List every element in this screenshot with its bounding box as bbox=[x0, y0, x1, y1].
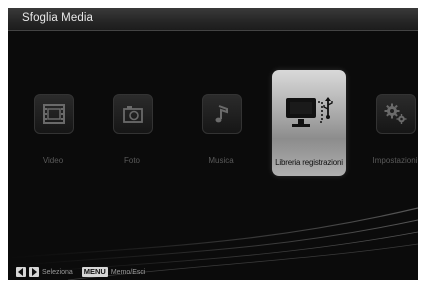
gears-icon bbox=[376, 94, 416, 134]
menu-item-label: Foto bbox=[123, 156, 140, 165]
menu-key-badge: MENU bbox=[81, 267, 108, 277]
left-arrow-icon bbox=[16, 267, 26, 277]
footer-hints: Seleziona MENU Memo/Esci bbox=[16, 266, 151, 278]
film-strip-icon bbox=[34, 94, 74, 134]
monitor-usb-icon bbox=[282, 92, 336, 136]
select-hint-label: Seleziona bbox=[42, 268, 73, 276]
music-note-icon bbox=[202, 94, 242, 134]
menu-hint-label: Memo/Esci bbox=[110, 268, 146, 276]
camera-icon bbox=[113, 94, 153, 134]
menu-item-video[interactable]: Video bbox=[16, 88, 90, 180]
page-title: Sfoglia Media bbox=[22, 12, 93, 24]
menu-item-label: Video bbox=[42, 156, 64, 165]
menu-item-photo[interactable]: Foto bbox=[95, 88, 169, 180]
menu-item-label: Libreria registrazioni bbox=[275, 158, 343, 167]
menu-item-recordings-library[interactable]: Libreria registrazioni bbox=[272, 70, 346, 176]
right-arrow-icon bbox=[29, 267, 39, 277]
menu-item-label: Impostazioni bbox=[372, 156, 418, 165]
media-browser-screen: Sfoglia Media Video Foto Musica Libreria… bbox=[8, 8, 418, 280]
title-bar: Sfoglia Media bbox=[8, 8, 418, 31]
menu-item-label: Musica bbox=[208, 156, 234, 165]
menu-item-settings[interactable]: Impostazioni bbox=[358, 88, 418, 180]
menu-item-music[interactable]: Musica bbox=[184, 88, 258, 180]
